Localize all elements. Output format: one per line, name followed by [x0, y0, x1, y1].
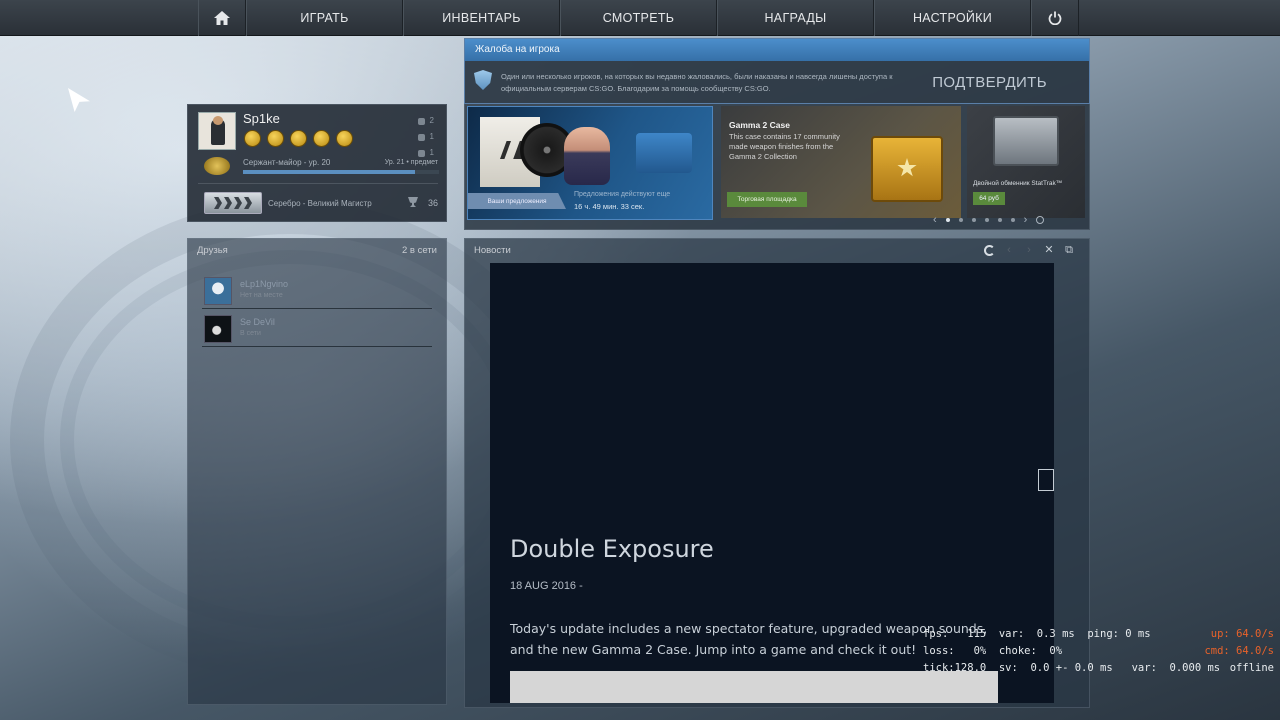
- profile-panel: Sp1ke 2 1 1 Сержант-майор - ур. 20 Ур. 2…: [187, 104, 447, 222]
- sticker-character: [564, 127, 610, 185]
- medal-icon[interactable]: [290, 130, 307, 147]
- offer-timer: 16 ч. 49 мин. 33 сек.: [574, 202, 645, 211]
- nav-settings[interactable]: НАСТРОЙКИ: [874, 0, 1031, 36]
- nav-awards[interactable]: НАГРАДЫ: [717, 0, 874, 36]
- top-nav: ИГРАТЬ ИНВЕНТАРЬ СМОТРЕТЬ НАГРАДЫ НАСТРО…: [0, 0, 1280, 36]
- carousel-dot[interactable]: [945, 218, 950, 222]
- netgraph-line: fps: 115 var: 0.3 ms ping: 0 ms: [923, 628, 1151, 640]
- teacher-count: 1: [429, 132, 434, 141]
- net-graph: fps: 115 var: 0.3 ms ping: 0 ms loss: 0% …: [923, 626, 1220, 677]
- net-graph-rates: up: 64.0/s cmd: 64.0/s offline: [1204, 626, 1274, 677]
- gamma-case-tile[interactable]: Gamma 2 Case This case contains 17 commu…: [721, 106, 961, 218]
- kit-price-button[interactable]: 64 руб: [973, 192, 1005, 205]
- nav-watch[interactable]: СМОТРЕТЬ: [560, 0, 717, 36]
- profile-nickname[interactable]: Sp1ke: [243, 111, 280, 126]
- home-button[interactable]: [198, 0, 246, 36]
- power-icon: [1048, 11, 1062, 25]
- store-carousel: Ваши предложения Предложения действуют е…: [464, 104, 1090, 230]
- carousel-next-button[interactable]: ›: [1024, 214, 1028, 226]
- pin-item: [636, 133, 692, 173]
- medal-icon[interactable]: [313, 130, 330, 147]
- medal-icon[interactable]: [244, 130, 261, 147]
- confirm-button[interactable]: ПОДТВЕРДИТЬ: [932, 74, 1047, 91]
- avatar[interactable]: [198, 112, 236, 150]
- teacher-icon: [417, 133, 425, 141]
- home-icon: [214, 11, 230, 25]
- friend-avatar: [204, 315, 232, 343]
- trophy-count: 36: [427, 198, 438, 208]
- stattrak-kit-icon: [993, 116, 1059, 166]
- xp-progress-bar: [243, 170, 439, 174]
- stattrak-swap-tile[interactable]: Двойной обменник StatTrak™ 64 руб: [967, 106, 1085, 218]
- medal-icon[interactable]: [267, 130, 284, 147]
- case-description: This case contains 17 community made wea…: [729, 132, 840, 161]
- carousel-dot[interactable]: [997, 218, 1002, 222]
- report-text: Один или несколько игроков, на которых в…: [501, 72, 893, 93]
- connection-status: offline: [1229, 662, 1274, 674]
- report-banner: Жалоба на игрока Один или несколько игро…: [464, 38, 1090, 104]
- carousel-dot[interactable]: [984, 218, 989, 222]
- rank-label: Сержант-майор - ур. 20: [243, 158, 331, 167]
- carousel-dot[interactable]: [1010, 218, 1015, 222]
- carousel-prev-button[interactable]: ‹: [933, 214, 937, 226]
- netgraph-line: tick:128.0 sv: 0.0 +- 0.0 ms var: 0.000 …: [923, 662, 1221, 674]
- loading-spinner-icon: [984, 244, 995, 256]
- forward-icon[interactable]: ›: [1023, 244, 1035, 256]
- medal-icon[interactable]: [336, 130, 353, 147]
- search-icon[interactable]: [1036, 216, 1045, 224]
- mouse-cursor: [68, 88, 90, 112]
- report-title: Жалоба на игрока: [465, 39, 1089, 61]
- shield-icon: [474, 70, 492, 90]
- skill-group-badge[interactable]: [204, 192, 262, 214]
- skill-group-label: Серебро - Великий Магистр: [268, 199, 372, 208]
- nav-inventory[interactable]: ИНВЕНТАРЬ: [403, 0, 560, 36]
- commend-icon: [417, 117, 425, 125]
- friend-name: eLp1Ngvino: [240, 279, 289, 289]
- carousel-dot[interactable]: [971, 218, 976, 222]
- friends-online-count: 2 в сети: [402, 244, 437, 256]
- command-rate: cmd: 64.0/s: [1204, 645, 1274, 657]
- leader-icon: [417, 149, 425, 157]
- friends-title: Друзья: [197, 244, 228, 256]
- divider: [198, 183, 438, 184]
- profile-stats: 2 1 1: [417, 113, 434, 161]
- music-kit-offer-tile[interactable]: Ваши предложения Предложения действуют е…: [467, 106, 713, 220]
- next-level-label: Ур. 21 • предмет: [384, 159, 438, 166]
- market-button[interactable]: Торговая площадка: [727, 192, 807, 207]
- commend-count: 2: [429, 116, 434, 125]
- friend-avatar: [204, 277, 232, 305]
- netgraph-line: loss: 0% choke: 0%: [923, 645, 1063, 657]
- friend-status: В сети: [240, 330, 261, 337]
- friends-panel: Друзья 2 в сети eLp1Ngvino Нет на месте …: [187, 238, 447, 705]
- offer-expiry-label: Предложения действуют еще: [574, 191, 671, 198]
- power-button[interactable]: [1031, 0, 1079, 36]
- upload-rate: up: 64.0/s: [1210, 628, 1274, 640]
- news-toolbar: ‹ › ✕ ⧉: [984, 244, 1075, 256]
- scroll-handle[interactable]: [1038, 469, 1054, 491]
- trophy-icon: [408, 197, 418, 207]
- friend-item[interactable]: eLp1Ngvino Нет на месте: [202, 273, 432, 309]
- carousel-dot[interactable]: [958, 218, 963, 222]
- external-link-icon[interactable]: ⧉: [1063, 244, 1075, 256]
- friend-status: Нет на месте: [240, 292, 283, 299]
- carousel-controls: ‹ ›: [933, 214, 1045, 226]
- rank-emblem-icon: [204, 157, 230, 175]
- friends-header: Друзья 2 в сети: [188, 239, 446, 261]
- case-title: Gamma 2 Case: [729, 120, 790, 130]
- friend-name: Se DeVil: [240, 317, 275, 327]
- news-date: 18 AUG 2016 -: [510, 580, 583, 592]
- news-headline: Double Exposure: [510, 535, 714, 563]
- xp-progress-fill: [243, 170, 416, 174]
- close-icon[interactable]: ✕: [1043, 244, 1055, 256]
- kit-title: Двойной обменник StatTrak™: [973, 180, 1063, 187]
- nav-play[interactable]: ИГРАТЬ: [246, 0, 403, 36]
- news-title: Новости: [474, 244, 511, 256]
- friend-item[interactable]: Se DeVil В сети: [202, 311, 432, 347]
- medal-row: [244, 130, 353, 147]
- your-offers-button[interactable]: Ваши предложения: [468, 193, 566, 209]
- back-icon[interactable]: ‹: [1003, 244, 1015, 256]
- weapon-case-icon: [871, 136, 943, 202]
